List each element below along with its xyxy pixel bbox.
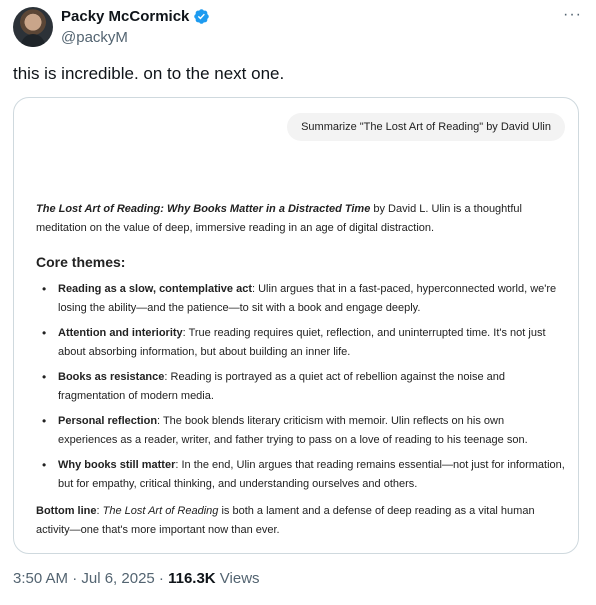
more-horizontal-icon[interactable]: ··· — [563, 6, 582, 24]
author-name[interactable]: Packy McCormick — [61, 8, 210, 25]
tweet-timestamp[interactable]: 3:50 AM · Jul 6, 2025 · — [13, 570, 168, 587]
book-title: The Lost Art of Reading: Why Books Matte… — [36, 203, 371, 215]
theme-title: Reading as a slow, contemplative act — [58, 283, 252, 295]
response-intro: The Lost Art of Reading: Why Books Matte… — [36, 200, 566, 238]
bottom-line-book-title: The Lost Art of Reading — [102, 505, 219, 517]
author-handle[interactable]: @packyM — [61, 29, 128, 46]
tweet-meta: 3:50 AM · Jul 6, 2025 · 116.3K Views — [13, 570, 260, 587]
core-themes-heading: Core themes: — [36, 254, 126, 270]
avatar[interactable] — [13, 7, 53, 47]
bottom-line: Bottom line: The Lost Art of Reading is … — [36, 502, 566, 540]
verified-badge-icon — [194, 9, 210, 24]
list-item: Attention and interiority: True reading … — [42, 324, 566, 362]
chat-prompt-bubble: Summarize "The Lost Art of Reading" by D… — [287, 113, 565, 141]
theme-title: Personal reflection — [58, 415, 158, 427]
theme-title: Books as resistance — [58, 371, 165, 383]
list-item: Books as resistance: Reading is portraye… — [42, 368, 566, 406]
chat-response: The Lost Art of Reading: Why Books Matte… — [36, 200, 566, 540]
theme-title: Attention and interiority — [58, 327, 183, 339]
list-item: Why books still matter: In the end, Ulin… — [42, 456, 566, 494]
author-name-text[interactable]: Packy McCormick — [61, 8, 189, 25]
theme-title: Why books still matter — [58, 459, 176, 471]
attached-image-card[interactable]: Summarize "The Lost Art of Reading" by D… — [13, 97, 579, 554]
bottom-line-label: Bottom line — [36, 505, 97, 517]
list-item: Personal reflection: The book blends lit… — [42, 412, 566, 450]
views-count: 116.3K — [168, 570, 216, 587]
views-label: Views — [215, 570, 260, 587]
tweet-text: this is incredible. on to the next one. — [13, 64, 285, 83]
list-item: Reading as a slow, contemplative act: Ul… — [42, 280, 566, 318]
themes-list: Reading as a slow, contemplative act: Ul… — [36, 280, 566, 494]
